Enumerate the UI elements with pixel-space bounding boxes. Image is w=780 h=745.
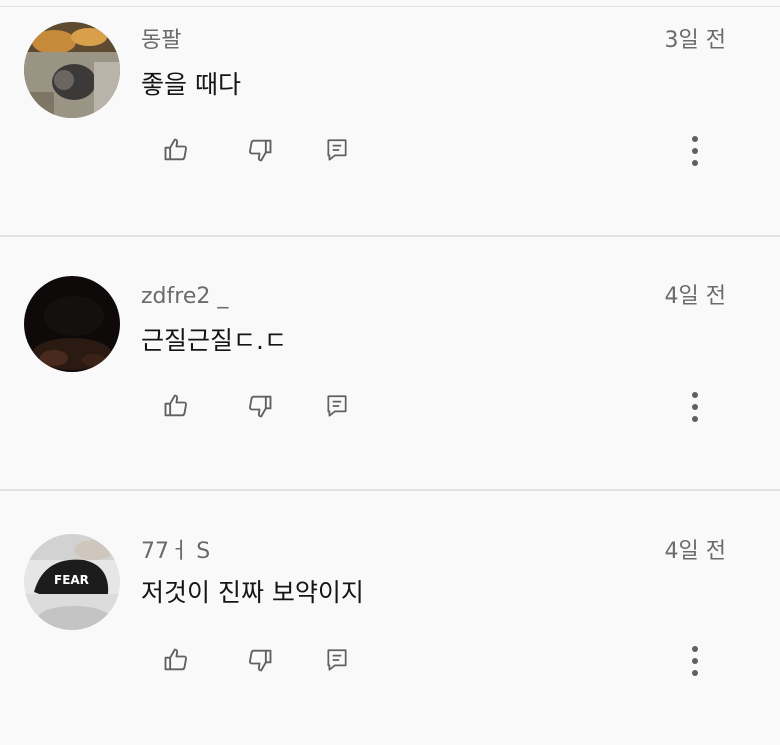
thumbs-up-icon xyxy=(164,138,187,161)
thumbs-up-icon xyxy=(164,648,187,671)
svg-text:FEAR: FEAR xyxy=(54,573,89,587)
comment-actions xyxy=(0,387,780,427)
avatar[interactable] xyxy=(24,276,120,372)
more-options-button[interactable] xyxy=(680,131,710,171)
dislike-button[interactable] xyxy=(245,391,275,421)
like-button[interactable] xyxy=(161,391,191,421)
dislike-button[interactable] xyxy=(245,135,275,165)
comment-actions xyxy=(0,131,780,171)
comment-actions xyxy=(0,641,780,681)
comment-item: FEAR 77ㅓ S 4일 전 저것이 진짜 보약이지 xyxy=(0,489,780,745)
comment-timestamp: 4일 전 xyxy=(664,284,726,309)
reply-button[interactable] xyxy=(322,391,352,421)
comment-item: 동팔 3일 전 좋을 때다 xyxy=(0,7,780,261)
thumbs-down-icon xyxy=(249,395,272,418)
dislike-button[interactable] xyxy=(245,645,275,675)
comment-author[interactable]: 동팔 xyxy=(141,27,181,55)
like-button[interactable] xyxy=(161,135,191,165)
comment-item: zdfre2 _ 4일 전 근질근질ㄷ.ㄷ xyxy=(0,235,780,491)
comment-text: 좋을 때다 xyxy=(141,70,241,99)
more-vert-icon xyxy=(692,136,698,166)
reply-button[interactable] xyxy=(322,135,352,165)
comment-timestamp: 4일 전 xyxy=(664,539,726,564)
reply-icon xyxy=(327,139,347,161)
more-options-button[interactable] xyxy=(680,387,710,427)
comment-text: 근질근질ㄷ.ㄷ xyxy=(141,326,287,355)
more-vert-icon xyxy=(692,392,698,422)
avatar[interactable] xyxy=(24,22,120,118)
comment-text: 저것이 진짜 보약이지 xyxy=(141,578,364,607)
thumbs-up-icon xyxy=(164,394,187,417)
thumbs-down-icon xyxy=(249,139,272,162)
more-options-button[interactable] xyxy=(680,641,710,681)
avatar[interactable]: FEAR xyxy=(24,534,120,630)
more-vert-icon xyxy=(692,646,698,676)
thumbs-down-icon xyxy=(249,649,272,672)
comment-timestamp: 3일 전 xyxy=(664,28,726,53)
comment-author[interactable]: 77ㅓ S xyxy=(141,538,210,566)
reply-button[interactable] xyxy=(322,645,352,675)
reply-icon xyxy=(327,395,347,417)
like-button[interactable] xyxy=(161,645,191,675)
comment-author[interactable]: zdfre2 _ xyxy=(141,283,228,311)
reply-icon xyxy=(327,649,347,671)
